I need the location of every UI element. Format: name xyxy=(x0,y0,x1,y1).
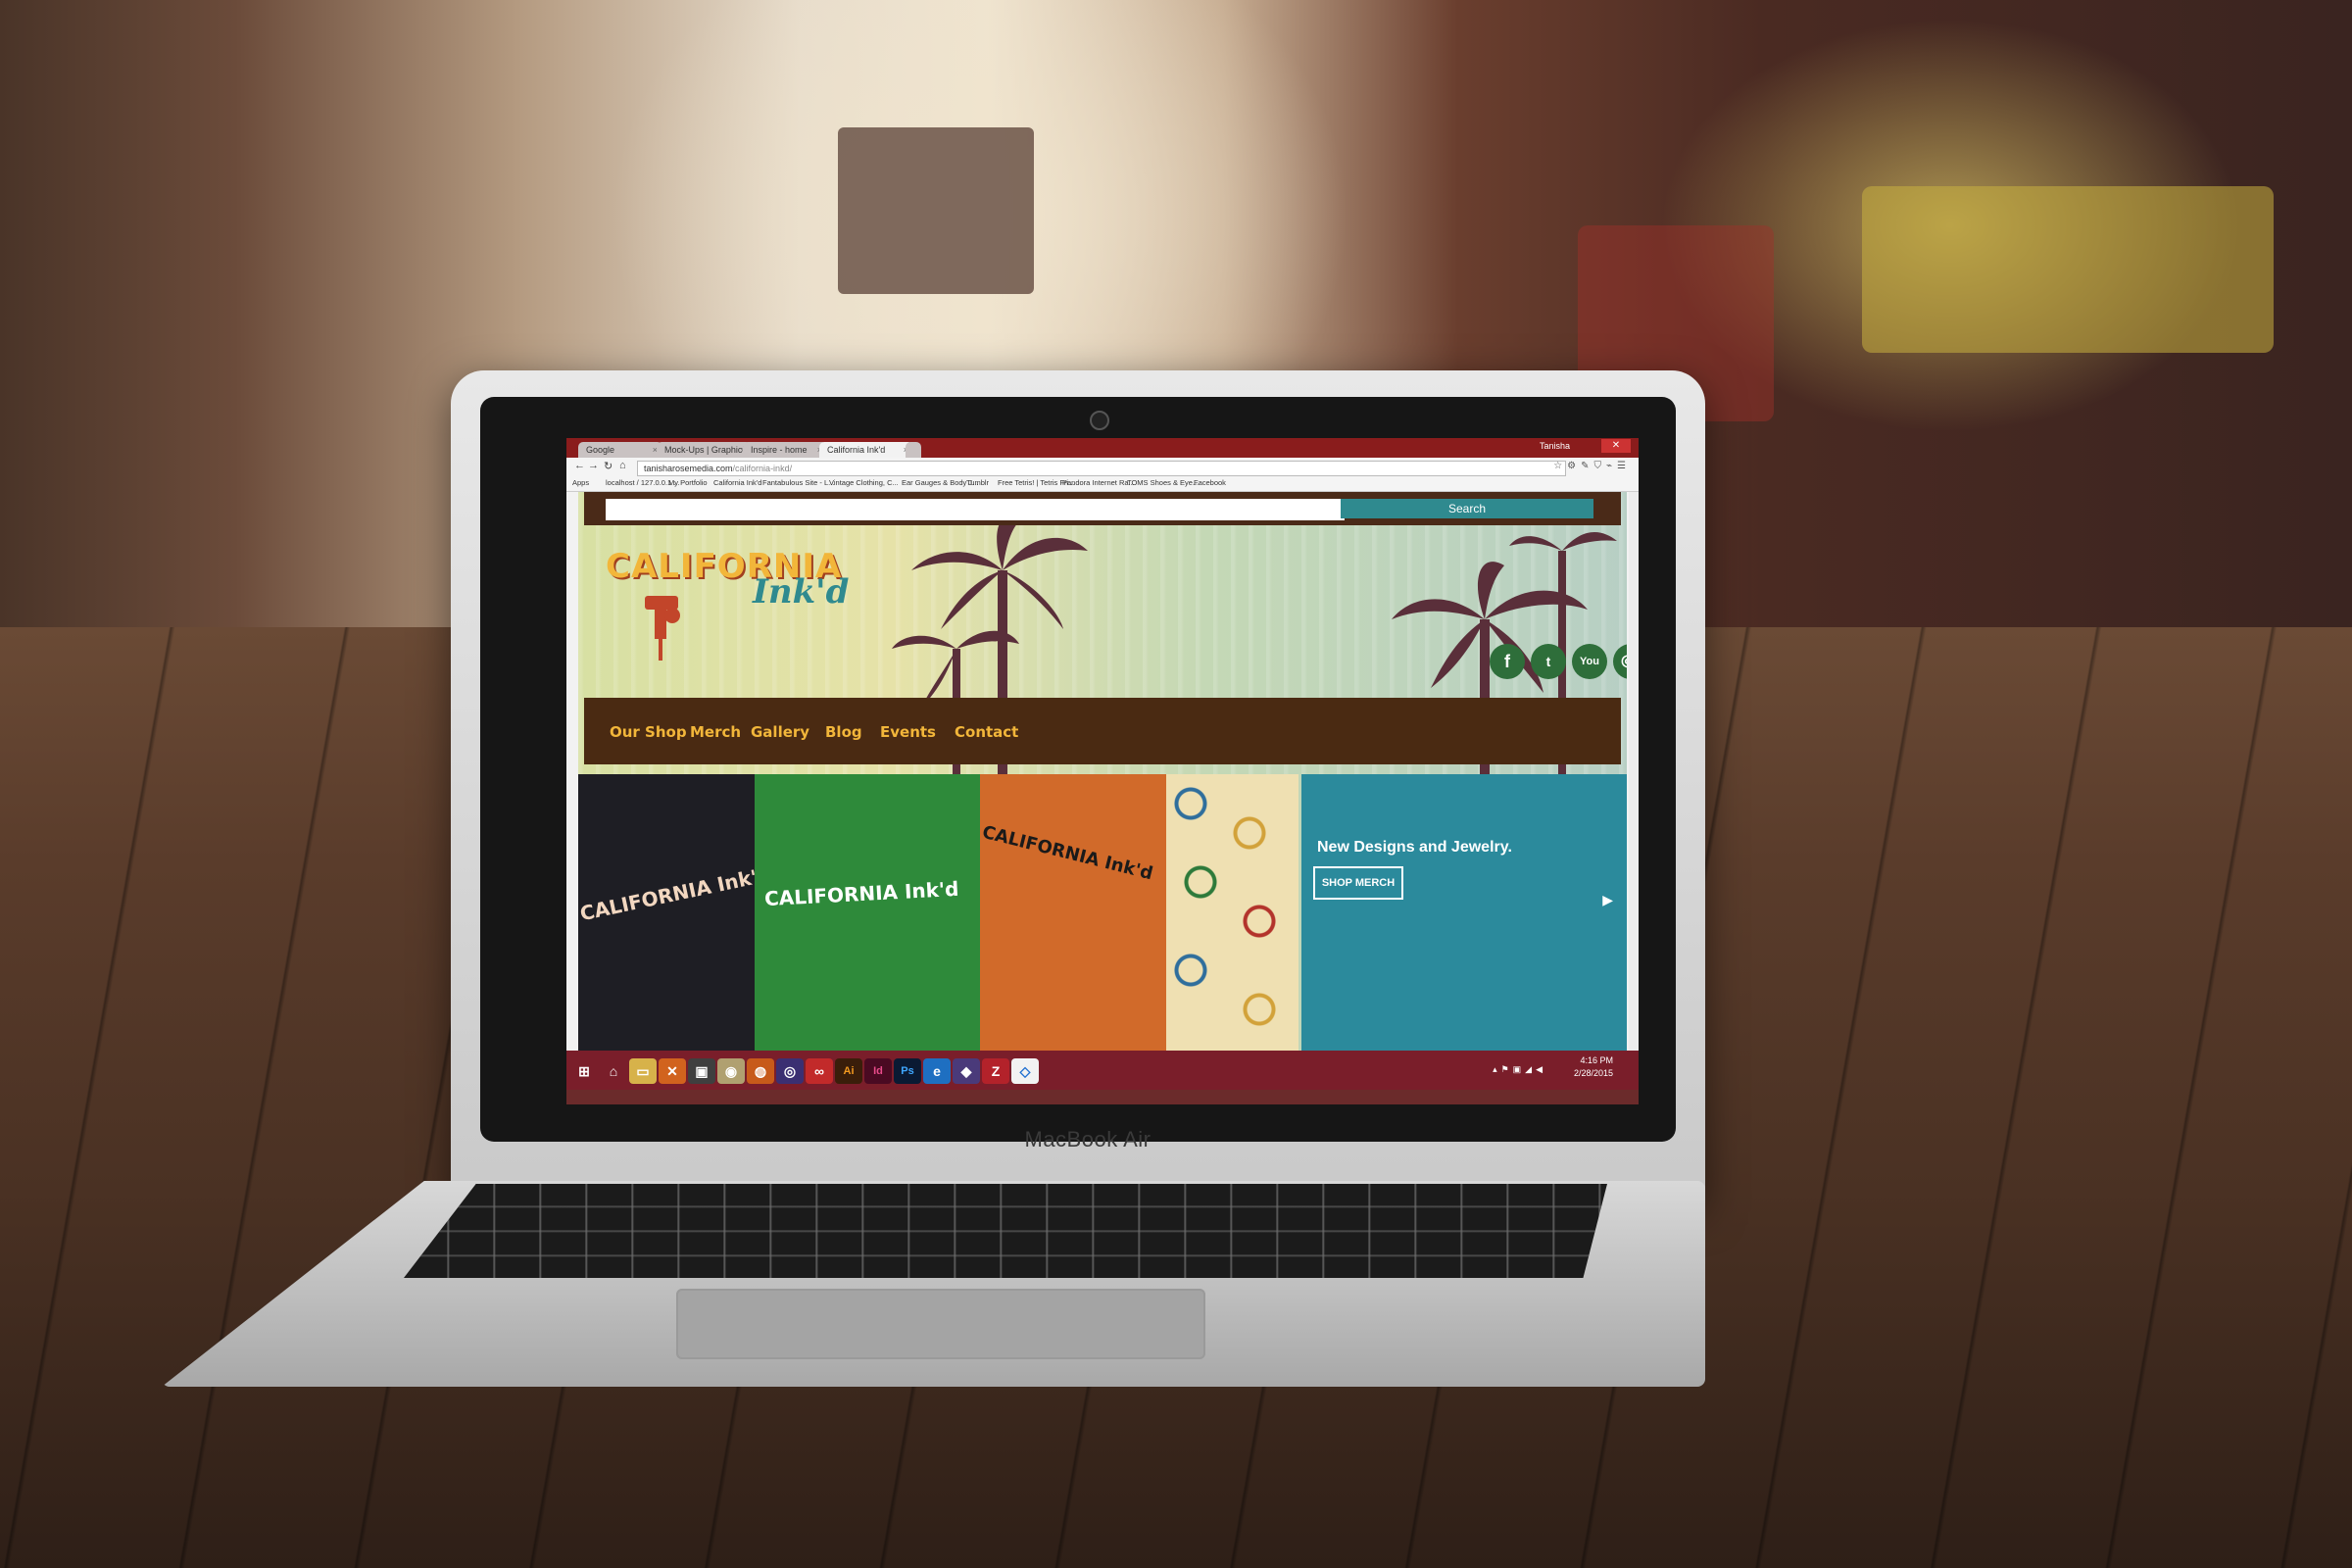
keyboard-rows xyxy=(404,1184,1607,1278)
bookmark-fantabulous[interactable]: Fantabulous Site - L... xyxy=(762,478,834,487)
tab-inspire[interactable]: Inspire - home× xyxy=(743,442,827,458)
address-domain: tanisharosemedia.com xyxy=(644,464,733,473)
twitter-icon[interactable]: t xyxy=(1531,644,1566,679)
browser-toolbar: ← → ↻ ⌂ tanisharosemedia.com/california-… xyxy=(566,458,1639,477)
shirt-orange-text: CALIFORNIA Ink'd xyxy=(980,821,1155,885)
forward-icon[interactable]: → xyxy=(588,460,599,471)
media-player-icon[interactable]: ◎ xyxy=(776,1058,804,1084)
nav-our-shop[interactable]: Our Shop xyxy=(610,723,687,741)
bookmark-facebook[interactable]: Facebook xyxy=(1194,478,1226,487)
bookmark-pandora[interactable]: Pandora Internet Ra... xyxy=(1062,478,1135,487)
search-button[interactable]: Search xyxy=(1341,499,1593,518)
taskbar-clock[interactable]: 4:16 PM 2/28/2015 xyxy=(1574,1054,1613,1080)
file-explorer-icon[interactable]: ▭ xyxy=(629,1058,657,1084)
nav-merch[interactable]: Merch xyxy=(690,723,741,741)
bookmark-toms[interactable]: TOMS Shoes & Eye... xyxy=(1127,478,1199,487)
nav-gallery[interactable]: Gallery xyxy=(751,723,809,741)
firefox-icon[interactable]: ◍ xyxy=(747,1058,774,1084)
shirt-green-text: CALIFORNIA Ink'd xyxy=(763,876,959,911)
tab-label: California Ink'd xyxy=(827,445,886,455)
home-icon[interactable]: ⌂ xyxy=(619,460,626,471)
bookmark-apps[interactable]: Apps xyxy=(572,478,589,487)
tab-california-inkd[interactable]: California Ink'd× xyxy=(819,442,913,458)
windows-taskbar: ⊞ ⌂ ▭ ✕ ▣ ◉ ◍ ◎ ∞ Ai Id Ps e ◆ Z ◇ ▴⚑▣◢◀… xyxy=(566,1051,1639,1090)
extension-icons[interactable]: ☆⚙✎⛉⌁☰ xyxy=(1553,461,1631,471)
hero-slider: CALIFORNIA Ink'd CALIFORNIA Ink'd CALIFO… xyxy=(578,774,1627,1051)
bookmark-california[interactable]: California Ink'd xyxy=(713,478,761,487)
internet-explorer-icon[interactable]: e xyxy=(923,1058,951,1084)
promo-title: New Designs and Jewelry. xyxy=(1317,839,1512,856)
dropbox-icon[interactable]: ◇ xyxy=(1011,1058,1039,1084)
tab-bar: Google× Mock-Ups | GraphicBurger× Inspir… xyxy=(566,438,1639,458)
screen: Google× Mock-Ups | GraphicBurger× Inspir… xyxy=(566,438,1639,1104)
bookmark-portfolio[interactable]: My Portfolio xyxy=(668,478,708,487)
xampp-icon[interactable]: ✕ xyxy=(659,1058,686,1084)
address-bar[interactable]: tanisharosemedia.com/california-inkd/ xyxy=(637,461,1566,476)
reload-icon[interactable]: ↻ xyxy=(604,460,612,472)
tab-mockups[interactable]: Mock-Ups | GraphicBurger× xyxy=(657,442,751,458)
new-tab-button[interactable] xyxy=(906,442,921,458)
photoshop-icon[interactable]: Ps xyxy=(894,1058,921,1084)
logo-text-inkd: Ink'd xyxy=(753,572,850,612)
bookmarks-bar: Apps localhost / 127.0.0.1 ... My Portfo… xyxy=(566,477,1639,492)
photos-icon[interactable]: ▣ xyxy=(688,1058,715,1084)
youtube-icon[interactable]: You xyxy=(1572,644,1607,679)
tab-label: Inspire - home xyxy=(751,445,808,455)
site-container: Search CALIFORNIA Ink'd f t You ◎ xyxy=(578,492,1627,1051)
app-icon[interactable]: ◆ xyxy=(953,1058,980,1084)
shirt-black-text: CALIFORNIA Ink'd xyxy=(578,861,773,926)
indesign-icon[interactable]: Id xyxy=(864,1058,892,1084)
address-path: /california-inkd/ xyxy=(732,464,793,473)
shirt-black: CALIFORNIA Ink'd xyxy=(578,774,773,1051)
tab-google[interactable]: Google × xyxy=(578,442,662,458)
background-chair xyxy=(838,127,1034,294)
facebook-icon[interactable]: f xyxy=(1490,644,1525,679)
shirt-orange: CALIFORNIA Ink'd xyxy=(980,774,1166,1051)
nav-contact[interactable]: Contact xyxy=(955,723,1018,741)
chrome-icon[interactable]: ◉ xyxy=(717,1058,745,1084)
tab-label: Google xyxy=(586,445,615,455)
system-tray-icons[interactable]: ▴⚑▣◢◀ xyxy=(1493,1064,1546,1075)
bookmark-vintage[interactable]: Vintage Clothing, C... xyxy=(829,478,899,487)
vertical-scrollbar[interactable] xyxy=(1629,492,1639,1051)
search-input[interactable] xyxy=(606,499,1345,520)
back-icon[interactable]: ← xyxy=(574,460,585,471)
camera-icon xyxy=(1090,411,1109,430)
illustrator-icon[interactable]: Ai xyxy=(835,1058,862,1084)
windows-start-icon[interactable]: ⊞ xyxy=(570,1058,598,1084)
background-yellow-sofa xyxy=(1862,186,2274,353)
window-close-button[interactable]: ✕ xyxy=(1601,439,1631,453)
tab-label: Mock-Ups | GraphicBurger xyxy=(664,445,751,455)
tattoo-machine-icon xyxy=(645,596,680,661)
jewelry-image xyxy=(1161,774,1298,1051)
clock-date: 2/28/2015 xyxy=(1573,1068,1613,1078)
bookmark-tumblr[interactable]: Tumblr xyxy=(966,478,989,487)
site-nav: Our Shop Merch Gallery Blog Events Conta… xyxy=(584,698,1621,764)
trackpad xyxy=(676,1289,1205,1359)
shirt-green: CALIFORNIA Ink'd xyxy=(755,774,980,1051)
laptop-brand: MacBook Air xyxy=(1024,1127,1152,1152)
filezilla-icon[interactable]: Z xyxy=(982,1058,1009,1084)
web-page: Search CALIFORNIA Ink'd f t You ◎ xyxy=(566,492,1639,1051)
clock-time: 4:16 PM xyxy=(1580,1055,1613,1065)
nav-events[interactable]: Events xyxy=(880,723,936,741)
site-logo[interactable]: CALIFORNIA Ink'd xyxy=(606,547,849,664)
promo-panel: New Designs and Jewelry. SHOP MERCH ▶ xyxy=(1301,774,1627,1051)
shop-merch-button[interactable]: SHOP MERCH xyxy=(1313,866,1403,900)
nav-blog[interactable]: Blog xyxy=(825,723,862,741)
home-icon[interactable]: ⌂ xyxy=(600,1058,627,1084)
site-search-bar: Search xyxy=(584,492,1621,525)
next-arrow-icon[interactable]: ▶ xyxy=(1602,892,1613,908)
creative-cloud-icon[interactable]: ∞ xyxy=(806,1058,833,1084)
window-user: Tanisha xyxy=(1539,441,1570,451)
